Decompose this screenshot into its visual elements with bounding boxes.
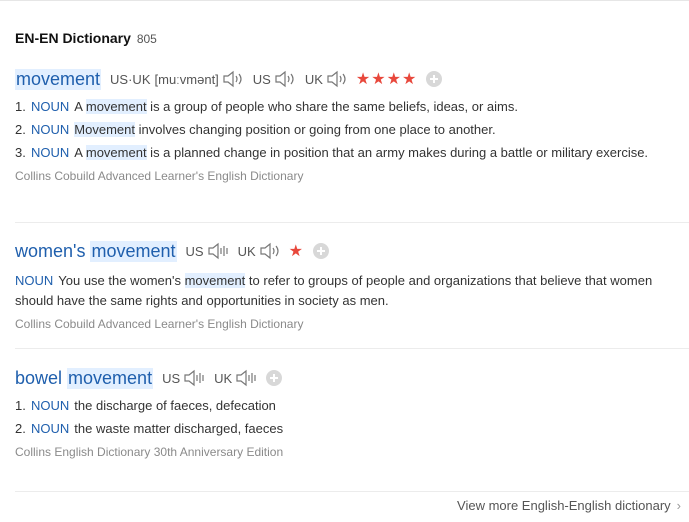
definition-text-after: involves changing position or going from… (134, 122, 496, 137)
speaker-icon[interactable] (274, 70, 296, 88)
pronunciation-us: US (186, 242, 229, 260)
headword-highlight[interactable]: movement (67, 367, 154, 389)
definition-item: 1. NOUN the discharge of faeces, defecati… (15, 396, 689, 416)
definition-body: NOUN A movement is a group of people who … (31, 97, 518, 117)
footer-divider (15, 491, 689, 492)
headword[interactable]: bowel movement (15, 367, 154, 389)
highlighted-term: Movement (74, 122, 135, 137)
frequency-stars: ★ (288, 243, 304, 260)
definition-text-after: is a group of people who share the same … (146, 99, 518, 114)
entry-title-row: bowel movement US UK (15, 366, 689, 390)
part-of-speech: NOUN (15, 273, 54, 288)
definition-item: 3. NOUN A movement is a planned change in… (15, 143, 689, 163)
definition-text-before: A (74, 145, 86, 160)
dictionary-source: Collins Cobuild Advanced Learner's Engli… (15, 169, 304, 183)
dictionary-source: Collins Cobuild Advanced Learner's Engli… (15, 317, 304, 331)
headword[interactable]: movement (15, 68, 102, 90)
pron-uk-label: UK (304, 71, 323, 87)
pronunciation-us-uk: US·UK [muːvmənt] (110, 70, 244, 88)
definition-text-after: is a planned change in position that an … (146, 145, 649, 160)
pron-region-label: US·UK (110, 71, 151, 87)
pron-us-label: US (252, 71, 271, 87)
pron-us-label: US (185, 243, 204, 259)
definition-body: NOUN Movement involves changing position … (31, 120, 496, 140)
headword-highlight[interactable]: movement (90, 240, 177, 262)
definition-text-before: You use the women's (58, 273, 185, 288)
definition-number: 2. (15, 122, 26, 137)
speaker-icon[interactable] (222, 70, 244, 88)
definition-number: 1. (15, 398, 26, 413)
pron-us-label: US (162, 370, 181, 386)
entry-title-row: movement US·UK [muːvmənt] US UK ★★★★ (15, 67, 689, 91)
dictionary-source: Collins English Dictionary 30th Annivers… (15, 445, 284, 459)
add-circle-icon[interactable] (312, 243, 329, 259)
definition-text: the waste matter discharged, faeces (74, 421, 284, 436)
definition-item: 1. NOUN A movement is a group of people w… (15, 97, 689, 117)
dictionary-panel: EN-EN Dictionary 805 movement US·UK [muː… (0, 0, 689, 522)
phonetic-transcription: [muːvmənt] (154, 71, 219, 87)
definition-list: 1. NOUN A movement is a group of people w… (15, 97, 689, 163)
part-of-speech: NOUN (31, 99, 70, 114)
result-count: 805 (136, 32, 157, 46)
speaker-icon[interactable] (326, 70, 348, 88)
definition-body: NOUN A movement is a planned change in po… (31, 143, 648, 163)
add-circle-icon[interactable] (266, 370, 283, 386)
entry-womens-movement: women's movement US UK ★ NOUN You use the… (15, 239, 689, 331)
pron-uk-label: UK (214, 370, 233, 386)
part-of-speech: NOUN (31, 398, 70, 413)
entry-title-row: women's movement US UK ★ (15, 239, 689, 263)
pron-uk-label: UK (237, 243, 256, 259)
pronunciation-us: US (253, 70, 296, 88)
headword-prefix[interactable]: bowel (15, 368, 62, 389)
part-of-speech: NOUN (31, 421, 70, 436)
headword[interactable]: women's movement (15, 240, 177, 262)
speaker-icon[interactable] (207, 242, 229, 260)
definition-text: the discharge of faeces, defecation (74, 398, 276, 413)
pronunciation-uk: UK (305, 70, 348, 88)
pronunciation-us: US (162, 369, 205, 387)
definition-number: 2. (15, 421, 26, 436)
dictionary-title: EN-EN Dictionary (15, 30, 131, 46)
definition-item: 2. NOUN Movement involves changing positi… (15, 120, 689, 140)
highlighted-term: movement (184, 273, 246, 288)
view-more-label[interactable]: View more English-English dictionary (457, 498, 671, 513)
pronunciation-uk: UK (238, 242, 281, 260)
headword-text[interactable]: movement (15, 68, 102, 90)
speaker-icon[interactable] (235, 369, 257, 387)
dictionary-header: EN-EN Dictionary 805 (15, 30, 157, 46)
highlighted-term: movement (85, 145, 147, 160)
definition-body: NOUN the waste matter discharged, faeces (31, 419, 283, 439)
definition-text-before: A (74, 99, 86, 114)
definition-paragraph: NOUN You use the women's movement to refe… (15, 271, 689, 311)
part-of-speech: NOUN (31, 145, 70, 160)
definition-number: 1. (15, 99, 26, 114)
view-more-link[interactable]: View more English-English dictionary › (457, 498, 681, 513)
definition-body: NOUN the discharge of faeces, defecation (31, 396, 276, 416)
frequency-stars: ★★★★ (355, 71, 418, 88)
headword-prefix[interactable]: women's (15, 241, 85, 262)
entry-movement: movement US·UK [muːvmənt] US UK ★★★★ 1. … (15, 67, 689, 183)
entry-bowel-movement: bowel movement US UK 1. NOUN the discharg… (15, 366, 689, 459)
speaker-icon[interactable] (259, 242, 281, 260)
add-circle-icon[interactable] (426, 71, 443, 87)
entry-divider (15, 222, 689, 223)
speaker-icon[interactable] (183, 369, 205, 387)
definition-item: 2. NOUN the waste matter discharged, faec… (15, 419, 689, 439)
part-of-speech: NOUN (31, 122, 70, 137)
definition-list: 1. NOUN the discharge of faeces, defecati… (15, 396, 689, 439)
definition-number: 3. (15, 145, 26, 160)
entry-divider (15, 348, 689, 349)
chevron-right-icon[interactable]: › (677, 498, 681, 513)
pronunciation-uk: UK (214, 369, 257, 387)
highlighted-term: movement (85, 99, 147, 114)
